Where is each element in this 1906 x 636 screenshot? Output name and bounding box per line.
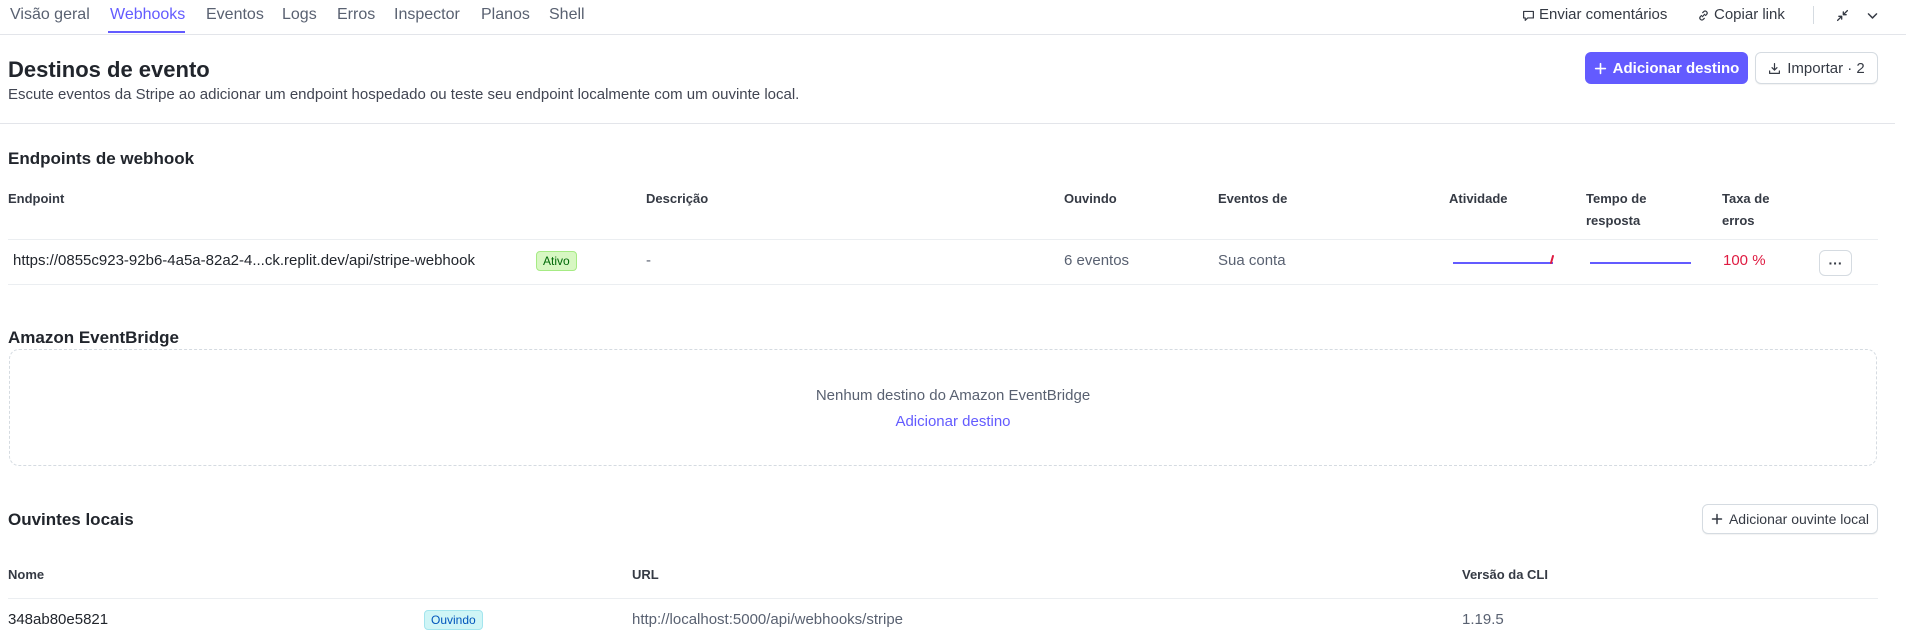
- column-header-endpoint: Endpoint: [8, 191, 65, 206]
- webhook-endpoints-title: Endpoints de webhook: [8, 149, 195, 168]
- header-divider: [0, 123, 1895, 124]
- tab-errors[interactable]: Erros: [337, 5, 375, 25]
- tab-logs[interactable]: Logs: [282, 5, 317, 25]
- column-header-response-time: Tempo de resposta: [1586, 188, 1646, 232]
- response-time-sparkline: [1590, 262, 1691, 264]
- table-header-divider: [8, 239, 1878, 240]
- import-button[interactable]: Importar · 2: [1755, 52, 1878, 84]
- listener-url: http://localhost:5000/api/webhooks/strip…: [632, 611, 904, 628]
- error-rate-value: 100 %: [1723, 252, 1766, 269]
- column-header-error-rate-line2: erros: [1722, 213, 1755, 228]
- send-feedback-button[interactable]: Enviar comentários: [1522, 5, 1667, 25]
- activity-sparkline: [1453, 255, 1554, 264]
- add-local-listener-button[interactable]: Adicionar ouvinte local: [1702, 504, 1878, 534]
- eventbridge-empty-text: Nenhum destino do Amazon EventBridge: [815, 387, 1091, 404]
- more-options-button[interactable]: ···: [1819, 250, 1852, 276]
- column-header-activity: Atividade: [1449, 191, 1508, 206]
- endpoint-url[interactable]: https://0855c923-92b6-4a5a-82a2-4...ck.r…: [13, 251, 475, 271]
- download-icon: [1769, 62, 1781, 74]
- endpoint-description: -: [646, 252, 651, 269]
- status-badge: Ativo: [536, 251, 577, 271]
- link-icon: [1699, 9, 1708, 21]
- plus-icon: [1711, 513, 1723, 525]
- tab-shell[interactable]: Shell: [549, 5, 585, 25]
- add-destination-button[interactable]: Adicionar destino: [1585, 52, 1748, 84]
- collapse-arrows-icon: [1836, 9, 1848, 21]
- column-header-cli-version: Versão da CLI: [1462, 567, 1548, 582]
- local-listeners-title: Ouvintes locais: [8, 510, 134, 529]
- top-navigation: Visão geral Webhooks Eventos Logs Erros …: [0, 0, 1906, 35]
- column-header-error-rate-line1: Taxa de: [1722, 191, 1770, 206]
- add-local-listener-label: Adicionar ouvinte local: [1728, 511, 1870, 527]
- plus-icon: [1594, 62, 1606, 74]
- expand-menu-button[interactable]: [1862, 5, 1882, 25]
- table-row-divider: [8, 284, 1878, 285]
- column-header-name: Nome: [8, 567, 45, 582]
- column-header-response-time-line2: resposta: [1586, 213, 1641, 228]
- column-header-url: URL: [632, 567, 659, 582]
- tab-plans[interactable]: Planos: [481, 5, 530, 25]
- toolbar-divider: [1813, 6, 1814, 24]
- add-destination-label: Adicionar destino: [1612, 59, 1740, 77]
- events-from: Sua conta: [1218, 252, 1286, 269]
- listener-name: 348ab80e5821: [8, 611, 109, 628]
- listener-cli-version: 1.19.5: [1462, 611, 1504, 628]
- collapse-button[interactable]: [1832, 5, 1852, 25]
- tab-webhooks[interactable]: Webhooks: [110, 5, 185, 25]
- listening-count: 6 eventos: [1064, 252, 1130, 269]
- copy-link-button[interactable]: Copiar link: [1697, 5, 1785, 25]
- eventbridge-add-destination-link: Adicionar destino: [0, 412, 1906, 432]
- table-header-divider: [8, 598, 1878, 599]
- tab-events[interactable]: Eventos: [206, 5, 264, 25]
- eventbridge-empty-state: [9, 349, 1877, 466]
- send-feedback-label: Enviar comentários: [1539, 6, 1668, 23]
- page-subtitle: Escute eventos da Stripe ao adicionar um…: [8, 86, 800, 103]
- column-header-events-from: Eventos de: [1218, 191, 1288, 206]
- copy-link-label: Copiar link: [1714, 6, 1785, 23]
- tab-overview[interactable]: Visão geral: [10, 5, 90, 25]
- page-title: Destinos de evento: [8, 57, 210, 82]
- chevron-down-icon: [1867, 12, 1877, 19]
- add-destination-link[interactable]: Adicionar destino: [895, 413, 1010, 430]
- status-badge: Ouvindo: [424, 610, 483, 630]
- speech-bubble-icon: [1523, 10, 1534, 21]
- column-header-description: Descrição: [646, 191, 709, 206]
- more-icon: ···: [1828, 255, 1843, 271]
- tab-inspector[interactable]: Inspector: [394, 5, 460, 25]
- column-header-response-time-line1: Tempo de: [1586, 191, 1647, 206]
- column-header-error-rate: Taxa de erros: [1722, 188, 1769, 232]
- column-header-listening: Ouvindo: [1064, 191, 1117, 206]
- eventbridge-title: Amazon EventBridge: [8, 328, 179, 347]
- active-tab-indicator: [108, 31, 185, 33]
- import-label: Importar · 2: [1787, 59, 1865, 77]
